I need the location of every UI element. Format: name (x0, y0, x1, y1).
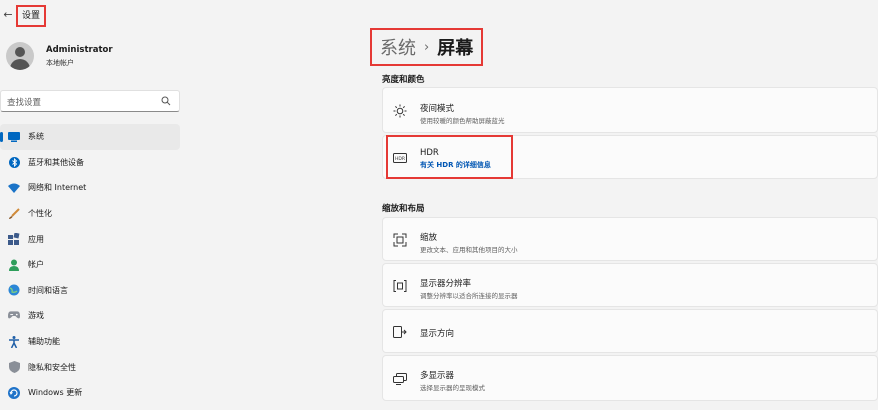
sidebar-item-label: 系统 (28, 132, 44, 142)
update-icon (8, 386, 20, 399)
sun-icon (393, 104, 407, 118)
multiple-displays-card[interactable]: 多显示器 选择显示器的呈现模式 (382, 355, 878, 401)
active-indicator (0, 132, 3, 142)
sidebar-item-privacy[interactable]: 隐私和安全性 (0, 354, 180, 380)
sidebar-item-time-language[interactable]: 时间和语言 (0, 278, 180, 304)
profile-account-type: 本地帐户 (46, 59, 74, 67)
sidebar-item-network[interactable]: 网络和 Internet (0, 175, 180, 201)
globe-icon (8, 284, 20, 296)
scale-title: 缩放 (420, 233, 438, 243)
sidebar-item-gaming[interactable]: 游戏 (0, 303, 180, 329)
bluetooth-icon (8, 156, 20, 168)
breadcrumb-parent[interactable]: 系统 (380, 34, 416, 60)
search-placeholder: 查找设置 (7, 98, 42, 108)
night-light-card[interactable]: 夜间模式 使用较暖的颜色帮助屏蔽蓝光 (382, 87, 878, 133)
apps-icon (8, 233, 20, 246)
hdr-highlight-box (386, 135, 513, 179)
scale-icon (393, 233, 407, 247)
scale-subtitle: 更改文本、应用和其他项目的大小 (420, 246, 518, 254)
orientation-icon (393, 325, 407, 339)
sidebar-item-bluetooth[interactable]: 蓝牙和其他设备 (0, 150, 180, 176)
scale-card[interactable]: 缩放 更改文本、应用和其他项目的大小 (382, 217, 878, 261)
app-title: 设置 (15, 5, 47, 27)
multiple-displays-icon (393, 372, 407, 386)
sidebar-item-label: 游戏 (28, 311, 44, 321)
sidebar-item-label: 帐户 (28, 260, 44, 270)
sidebar-item-accessibility[interactable]: 辅助功能 (0, 329, 180, 355)
system-icon (8, 131, 20, 143)
sidebar-item-label: 隐私和安全性 (28, 362, 76, 372)
section-title-brightness: 亮度和颜色 (382, 75, 425, 85)
avatar (6, 42, 34, 70)
profile-name: Administrator (46, 45, 113, 55)
resolution-title: 显示器分辨率 (420, 279, 472, 289)
sidebar-item-label: 辅助功能 (28, 337, 60, 347)
shield-icon (8, 361, 20, 374)
multiple-displays-title: 多显示器 (420, 371, 455, 381)
resolution-subtitle: 调整分辨率以适合所连接的显示器 (420, 292, 518, 300)
chevron-right-icon: › (424, 39, 430, 55)
search-input[interactable]: 查找设置 (0, 90, 180, 112)
sidebar-item-label: 蓝牙和其他设备 (28, 157, 84, 167)
orientation-title: 显示方向 (420, 329, 455, 339)
display-resolution-card[interactable]: 显示器分辨率 调整分辨率以适合所连接的显示器 (382, 263, 878, 307)
sidebar-item-apps[interactable]: 应用 (0, 226, 180, 252)
breadcrumb: 系统 › 屏幕 (369, 28, 484, 66)
back-arrow-icon[interactable]: ← (2, 8, 14, 22)
night-light-title: 夜间模式 (420, 104, 455, 114)
wifi-icon (8, 182, 20, 194)
sidebar-item-label: Windows 更新 (28, 388, 83, 398)
sidebar-nav: 系统 蓝牙和其他设备 网络和 Internet 个性化 应用 帐户 时间和语言 … (0, 124, 180, 406)
search-icon (161, 96, 171, 106)
night-light-subtitle: 使用较暖的颜色帮助屏蔽蓝光 (420, 117, 505, 125)
sidebar-item-windows-update[interactable]: Windows 更新 (0, 380, 180, 406)
sidebar-item-label: 应用 (28, 234, 44, 244)
accessibility-icon (8, 335, 20, 348)
gamepad-icon (8, 310, 20, 322)
display-orientation-card[interactable]: 显示方向 (382, 309, 878, 353)
user-profile[interactable]: Administrator 本地帐户 (0, 36, 180, 76)
section-title-scale-layout: 缩放和布局 (382, 204, 425, 214)
account-icon (8, 259, 20, 271)
sidebar-item-label: 时间和语言 (28, 285, 68, 295)
sidebar-item-accounts[interactable]: 帐户 (0, 252, 180, 278)
sidebar-item-label: 网络和 Internet (28, 183, 87, 193)
brush-icon (8, 207, 20, 220)
title-bar: ← 设置 (0, 0, 878, 30)
sidebar-item-system[interactable]: 系统 (0, 124, 180, 150)
resolution-icon (393, 279, 407, 293)
page-title: 屏幕 (437, 38, 474, 59)
multiple-displays-subtitle: 选择显示器的呈现模式 (420, 384, 485, 392)
sidebar-item-label: 个性化 (28, 209, 52, 219)
sidebar-item-personalization[interactable]: 个性化 (0, 201, 180, 227)
